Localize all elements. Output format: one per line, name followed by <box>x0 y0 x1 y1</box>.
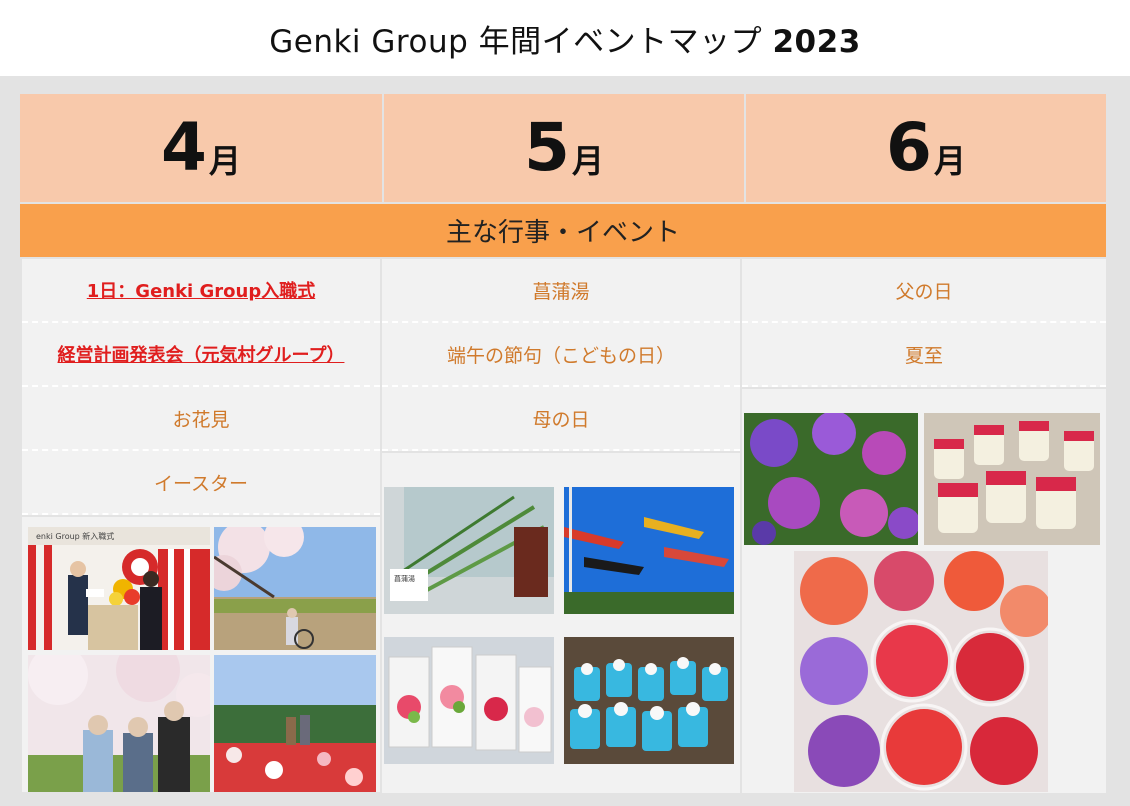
month-number: 5 <box>524 109 570 186</box>
month-unit: 月 <box>571 142 604 180</box>
month-header-april: 4月 <box>20 94 382 202</box>
event-cell-may-3: 母の日 <box>382 387 740 451</box>
ceremony-sign: enki Group 新入職式 <box>36 531 114 541</box>
event-cell-may-1: 菖蒲湯 <box>382 259 740 323</box>
month-header-may: 5月 <box>384 94 744 202</box>
event-cell-april-1: 1日：Genki Group入職式 <box>22 259 380 323</box>
main-events-band: 主な行事・イベント <box>20 204 1106 257</box>
month-number: 6 <box>886 109 932 186</box>
month-number: 4 <box>161 109 207 186</box>
photo-mothers-day-flowers <box>384 637 554 764</box>
title-year: 2023 <box>772 23 861 60</box>
photo-flower-petals-jars <box>794 551 1048 792</box>
photo-carp-streamers <box>564 487 734 614</box>
photo-red-jelly-cups <box>924 413 1100 545</box>
month-unit: 月 <box>208 142 241 180</box>
event-label: 父の日 <box>895 280 953 303</box>
photo-tulip-field <box>214 655 376 792</box>
photo-cherry-walk <box>214 527 376 650</box>
title-bar: Genki Group 年間イベントマップ 2023 <box>0 0 1130 76</box>
event-cell-june-2: 夏至 <box>742 323 1106 387</box>
page-title: Genki Group 年間イベントマップ 2023 <box>269 16 861 61</box>
month-unit: 月 <box>933 142 966 180</box>
event-label: お花見 <box>172 408 230 431</box>
photo-blue-jelly <box>564 637 734 764</box>
event-label: イースター <box>153 472 249 495</box>
photo-hydrangea <box>744 413 918 545</box>
event-link-ceremony[interactable]: 1日：Genki Group入職式 <box>87 277 315 303</box>
event-link-plan-meeting[interactable]: 経営計画発表会（元気村グループ） <box>58 341 345 367</box>
title-text: Genki Group 年間イベントマップ <box>269 23 773 60</box>
event-cell-may-2: 端午の節句（こどもの日） <box>382 323 740 387</box>
photo-entrance-ceremony: enki Group 新入職式 <box>28 527 210 650</box>
month-header-june: 6月 <box>746 94 1106 202</box>
event-label: 母の日 <box>532 408 590 431</box>
event-cell-april-3: お花見 <box>22 387 380 451</box>
event-cell-june-1: 父の日 <box>742 259 1106 323</box>
photo-iris-bath: 菖蒲湯 <box>384 487 554 614</box>
photo-group-hanami <box>28 655 210 792</box>
event-label: 端午の節句（こどもの日） <box>446 344 675 367</box>
iris-sign: 菖蒲湯 <box>394 574 415 583</box>
event-label: 夏至 <box>904 344 943 367</box>
band-label: 主な行事・イベント <box>445 218 680 248</box>
event-cell-april-4: イースター <box>22 451 380 515</box>
event-label: 菖蒲湯 <box>532 280 590 303</box>
event-cell-april-2: 経営計画発表会（元気村グループ） <box>22 323 380 387</box>
